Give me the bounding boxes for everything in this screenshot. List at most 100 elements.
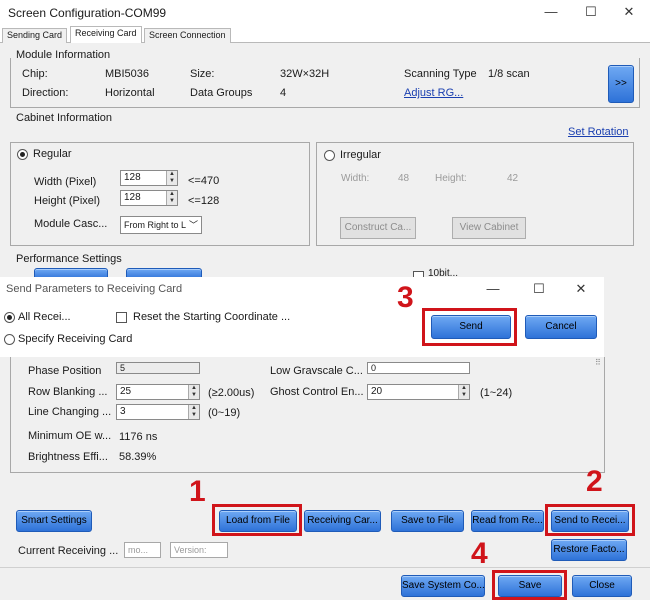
module-more-button[interactable]: >> (608, 65, 634, 103)
tab-sending-card[interactable]: Sending Card (2, 28, 68, 43)
maximize-icon[interactable]: ☐ (582, 4, 600, 20)
brightness-value: 58.39% (119, 451, 157, 463)
height-max-text: <=128 (188, 195, 220, 207)
minimize-icon[interactable]: — (542, 4, 560, 20)
irregular-label: Irregular (340, 149, 381, 161)
width-pixel-stepper[interactable]: 128 ▲ ▼ (120, 170, 178, 186)
dialog-close-icon[interactable]: ✕ (572, 281, 590, 297)
row-blanking-note: (≥2.00us) (208, 387, 255, 399)
close-button[interactable]: Close (572, 575, 632, 597)
highlight-load-from-file (212, 504, 302, 536)
construct-cabinet-button[interactable]: Construct Ca... (340, 217, 416, 239)
stepper-arrows[interactable]: ▲ ▼ (458, 385, 469, 399)
brightness-label: Brightness Effi... (28, 451, 108, 463)
smart-settings-button[interactable]: Smart Settings (16, 510, 92, 532)
restore-factory-button[interactable]: Restore Facto... (551, 539, 627, 561)
up-arrow-icon[interactable]: ▲ (189, 405, 199, 412)
row-blanking-stepper[interactable]: 25 ▲ ▼ (116, 384, 200, 400)
set-rotation-link[interactable]: Set Rotation (568, 126, 629, 138)
row-blanking-label: Row Blanking ... (28, 386, 108, 398)
read-from-receiving-button[interactable]: Read from Re... (471, 510, 544, 532)
width-pixel-label: Width (Pixel) (34, 176, 97, 188)
window-title: Screen Configuration-COM99 (8, 6, 167, 20)
tab-bar: Sending Card Receiving Card Screen Conne… (0, 26, 650, 43)
highlight-save (492, 570, 567, 600)
all-receiving-radio[interactable] (4, 312, 15, 323)
adjust-rg-link[interactable]: Adjust RG... (404, 87, 463, 99)
chip-label: Chip: (22, 68, 48, 80)
dialog-minimize-icon[interactable]: — (484, 281, 502, 297)
version-field[interactable]: Version: (170, 542, 228, 558)
regular-radio[interactable] (17, 149, 28, 160)
dialog-title: Send Parameters to Receiving Card (6, 283, 183, 295)
line-changing-range: (0~19) (208, 407, 241, 419)
close-icon[interactable]: ✕ (620, 4, 638, 20)
direction-value: Horizontal (105, 87, 155, 99)
ghost-control-stepper[interactable]: 20 ▲ ▼ (367, 384, 470, 400)
data-groups-label: Data Groups (190, 87, 253, 99)
irregular-height-value: 42 (507, 173, 519, 184)
save-to-file-button[interactable]: Save to File (391, 510, 464, 532)
module-cascade-select[interactable]: From Right to L ﹀ (120, 216, 202, 234)
scanning-type-label: Scanning Type (404, 68, 477, 80)
height-pixel-label: Height (Pixel) (34, 195, 101, 207)
low-grayscale-stepper[interactable]: 0 (367, 362, 470, 374)
tab-receiving-card[interactable]: Receiving Card (70, 26, 142, 43)
module-cascade-value: From Right to L (124, 220, 187, 230)
down-arrow-icon[interactable]: ▼ (167, 198, 177, 205)
stepper-arrows[interactable]: ▲ ▼ (166, 171, 177, 185)
bit-label: 10bit... (428, 268, 459, 277)
specify-receiving-radio[interactable] (4, 334, 15, 345)
chevron-down-icon: ﹀ (188, 220, 198, 230)
save-system-config-button[interactable]: Save System Co... (401, 575, 485, 597)
up-arrow-icon[interactable]: ▲ (167, 171, 177, 178)
height-pixel-stepper[interactable]: 128 ▲ ▼ (120, 190, 178, 206)
chip-value: MBI5036 (105, 68, 150, 80)
width-max-text: <=470 (188, 175, 220, 187)
down-arrow-icon[interactable]: ▼ (189, 412, 199, 419)
all-receiving-label: All Recei... (18, 311, 71, 323)
highlight-send (422, 308, 517, 346)
cancel-button[interactable]: Cancel (525, 315, 597, 339)
step-marker-3: 3 (397, 281, 414, 314)
row-blanking-value: 25 (120, 386, 132, 397)
phase-position-value: 5 (120, 363, 126, 373)
stepper-arrows[interactable]: ▲ ▼ (188, 405, 199, 419)
tab-screen-connection[interactable]: Screen Connection (144, 28, 231, 43)
down-arrow-icon[interactable]: ▼ (459, 392, 469, 399)
down-arrow-icon[interactable]: ▼ (189, 392, 199, 399)
step-marker-4: 4 (471, 537, 488, 570)
up-arrow-icon[interactable]: ▲ (167, 191, 177, 198)
irregular-width-label: Width: (341, 173, 370, 184)
stepper-arrows[interactable]: ▲ ▼ (166, 191, 177, 205)
size-label: Size: (190, 68, 215, 80)
step-marker-2: 2 (586, 465, 603, 498)
receiving-card-button[interactable]: Receiving Car... (304, 510, 381, 532)
irregular-radio[interactable] (324, 150, 335, 161)
line-changing-stepper[interactable]: 3 ▲ ▼ (116, 404, 200, 420)
down-arrow-icon[interactable]: ▼ (167, 178, 177, 185)
ghost-control-value: 20 (371, 386, 383, 397)
stepper-arrows[interactable]: ▲ ▼ (188, 385, 199, 399)
ghost-control-label: Ghost Control En... (270, 386, 364, 398)
data-groups-value: 4 (280, 87, 287, 99)
current-receiving-label: Current Receiving ... (18, 545, 119, 557)
irregular-width-value: 48 (398, 173, 410, 184)
module-info-title: Module Information (16, 49, 111, 61)
model-field[interactable]: mo... (124, 542, 161, 558)
up-arrow-icon[interactable]: ▲ (189, 385, 199, 392)
footer-divider (0, 567, 650, 568)
ghost-control-range: (1~24) (480, 387, 513, 399)
highlight-send-to-receiving (545, 504, 635, 536)
low-grayscale-label: Low Grayscale C... (270, 365, 363, 374)
reset-coordinate-checkbox[interactable] (116, 312, 127, 323)
phase-position-stepper[interactable]: 5 (116, 362, 200, 374)
cabinet-info-title: Cabinet Information (16, 112, 112, 124)
specify-receiving-label: Specify Receiving Card (18, 333, 133, 345)
up-arrow-icon[interactable]: ▲ (459, 385, 469, 392)
view-cabinet-button[interactable]: View Cabinet (452, 217, 526, 239)
dialog-maximize-icon[interactable]: ☐ (530, 281, 548, 297)
phase-position-label: Phase Position (28, 365, 102, 374)
regular-label: Regular (33, 148, 72, 160)
module-cascade-label: Module Casc... (34, 218, 108, 230)
